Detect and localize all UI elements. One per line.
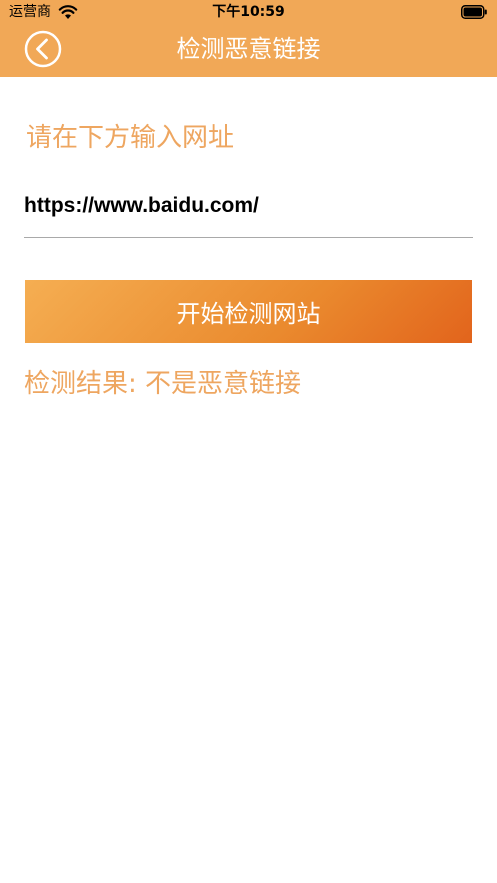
url-input-underline (24, 237, 473, 238)
battery-icon (461, 5, 487, 19)
url-input[interactable] (24, 188, 473, 224)
status-bar: 运营商 下午10:59 (0, 0, 497, 24)
page-title: 检测恶意链接 (176, 35, 321, 63)
check-result-text: 检测结果: 不是恶意链接 (24, 369, 302, 399)
top-bar: 运营商 下午10:59 检测恶意链接 (0, 0, 497, 77)
clock: 下午10:59 (212, 4, 285, 20)
nav-bar: 检测恶意链接 (0, 24, 497, 77)
url-prompt-label: 请在下方输入网址 (26, 123, 235, 153)
start-check-button[interactable]: 开始检测网站 (25, 280, 472, 343)
